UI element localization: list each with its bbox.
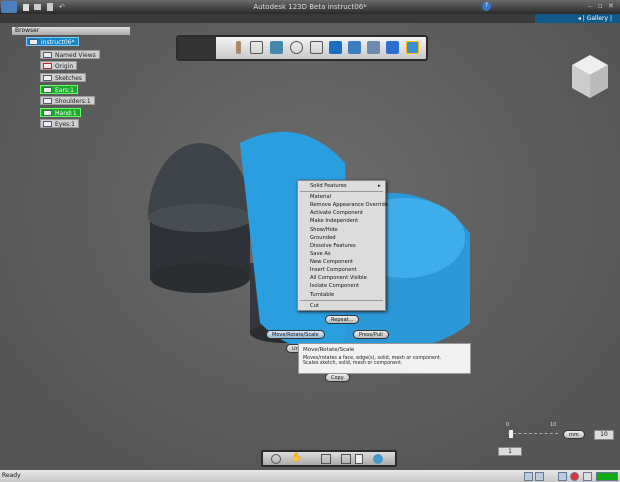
copy-button[interactable]: Copy	[325, 373, 350, 382]
menu-item-all-component-visible[interactable]: All Component Visible	[310, 275, 367, 281]
grouping-icon[interactable]	[329, 41, 342, 54]
browser-title: Browser	[15, 27, 40, 34]
tree-item-hand[interactable]: Hand:1	[40, 108, 81, 117]
environment-icon[interactable]	[570, 472, 579, 481]
scale-max-label: 10	[550, 422, 557, 428]
navigation-bar: ✋	[261, 450, 397, 467]
performance-icon[interactable]	[596, 472, 618, 481]
toolbar-logo	[178, 37, 216, 59]
press-pull-button[interactable]: Press/Pull	[353, 330, 389, 339]
folder-icon	[43, 52, 52, 58]
tree-item-origin[interactable]: Origin	[40, 61, 78, 70]
tooltip: Move/Rotate/Scale Moves/rotates a face, …	[298, 343, 471, 374]
tree-item-sketches[interactable]: Sketches	[40, 73, 87, 82]
tooltip-line-2: Scales sketch, solid, mesh or component.	[303, 361, 403, 366]
orbit-icon[interactable]	[271, 454, 281, 464]
window-title: Autodesk 123D Beta instruct06*	[253, 3, 367, 11]
view-icon[interactable]	[355, 454, 363, 464]
gallery-button[interactable]: ◂ | Gallery |	[535, 14, 620, 23]
submenu-arrow-icon: ▸	[378, 183, 381, 189]
menu-item-save-as[interactable]: Save As	[310, 251, 331, 257]
pan-icon[interactable]: ✋	[291, 453, 302, 463]
tree-item-named-views[interactable]: Named Views	[40, 50, 100, 59]
context-menu: Solid Features ▸ Material Remove Appearan…	[297, 180, 388, 311]
tree-item-shoulders[interactable]: Shoulders:1	[40, 96, 95, 105]
menu-item-dissolve-features[interactable]: Dissolve Features	[310, 243, 356, 249]
menu-separator	[300, 191, 383, 192]
scale-slider-handle[interactable]	[509, 430, 513, 438]
title-bar: ↶ Autodesk 123D Beta instruct06* ? – ▫ ✕	[0, 0, 620, 14]
maximize-button[interactable]: ▫	[598, 2, 603, 10]
menu-item-material[interactable]: Material	[310, 194, 331, 200]
zoom-icon[interactable]	[321, 454, 331, 464]
scale-value-field[interactable]: 10	[594, 430, 614, 440]
modify-icon[interactable]	[290, 41, 303, 54]
unit-button[interactable]: mm	[563, 430, 585, 439]
tree-item-ears[interactable]: Ears:1	[40, 85, 78, 94]
tooltip-title: Move/Rotate/Scale	[303, 347, 355, 353]
scale-slider[interactable]	[508, 433, 558, 434]
scale-min-label: 0	[506, 422, 510, 428]
snap-toggle-icon[interactable]	[535, 472, 544, 481]
menu-item-cut[interactable]: Cut	[310, 303, 319, 309]
construct-icon[interactable]	[270, 41, 283, 54]
browser-panel-header: Browser	[12, 27, 130, 35]
visual-style-icon[interactable]	[558, 472, 567, 481]
measure-icon[interactable]	[367, 41, 380, 54]
menu-item-show-hide[interactable]: Show/Hide	[310, 227, 338, 233]
visibility-icon[interactable]	[43, 121, 52, 127]
camera-icon[interactable]	[583, 472, 592, 481]
pattern-icon[interactable]	[310, 41, 323, 54]
text-3d-icon[interactable]	[386, 41, 399, 54]
grid-toggle-icon[interactable]	[524, 472, 533, 481]
combine-icon[interactable]	[348, 41, 361, 54]
menu-item-new-component[interactable]: New Component	[310, 259, 353, 265]
look-at-icon[interactable]	[373, 454, 383, 464]
material-icon[interactable]	[406, 41, 419, 54]
menu-item-make-independent[interactable]: Make Independent	[310, 218, 358, 224]
sketch-tool-icon[interactable]	[236, 41, 241, 54]
move-rotate-scale-button[interactable]: Move/Rotate/Scale	[266, 330, 325, 339]
visibility-icon[interactable]	[43, 87, 52, 93]
menu-item-grounded[interactable]: Grounded	[310, 235, 336, 241]
gallery-bar	[0, 14, 620, 23]
fit-icon[interactable]	[341, 454, 351, 464]
menu-item-turntable[interactable]: Turntable	[310, 292, 334, 298]
view-cube[interactable]	[572, 55, 608, 98]
main-toolbar	[176, 35, 428, 61]
tree-root[interactable]: instruct06*	[26, 37, 79, 46]
folder-icon	[43, 75, 52, 81]
help-icon[interactable]: ?	[482, 2, 491, 11]
repeat-button[interactable]: Repeat...	[325, 315, 360, 324]
menu-item-insert-component[interactable]: Insert Component	[310, 267, 357, 273]
close-button[interactable]: ✕	[608, 2, 614, 10]
component-icon	[29, 39, 38, 45]
menu-item-solid-features[interactable]: Solid Features	[310, 183, 347, 189]
menu-item-isolate-component[interactable]: Isolate Component	[310, 283, 359, 289]
menu-item-remove-appearance-override[interactable]: Remove Appearance Override	[310, 202, 388, 208]
primitives-icon[interactable]	[250, 41, 263, 54]
scale-current-field[interactable]: 1	[498, 447, 522, 456]
visibility-icon[interactable]	[43, 98, 52, 104]
tree-item-eyes[interactable]: Eyes:1	[40, 119, 79, 128]
menu-separator	[300, 300, 383, 301]
visibility-icon[interactable]	[43, 110, 52, 116]
folder-icon	[43, 63, 52, 69]
minimize-button[interactable]: –	[588, 2, 592, 10]
menu-item-activate-component[interactable]: Activate Component	[310, 210, 363, 216]
status-text: Ready	[2, 472, 21, 479]
